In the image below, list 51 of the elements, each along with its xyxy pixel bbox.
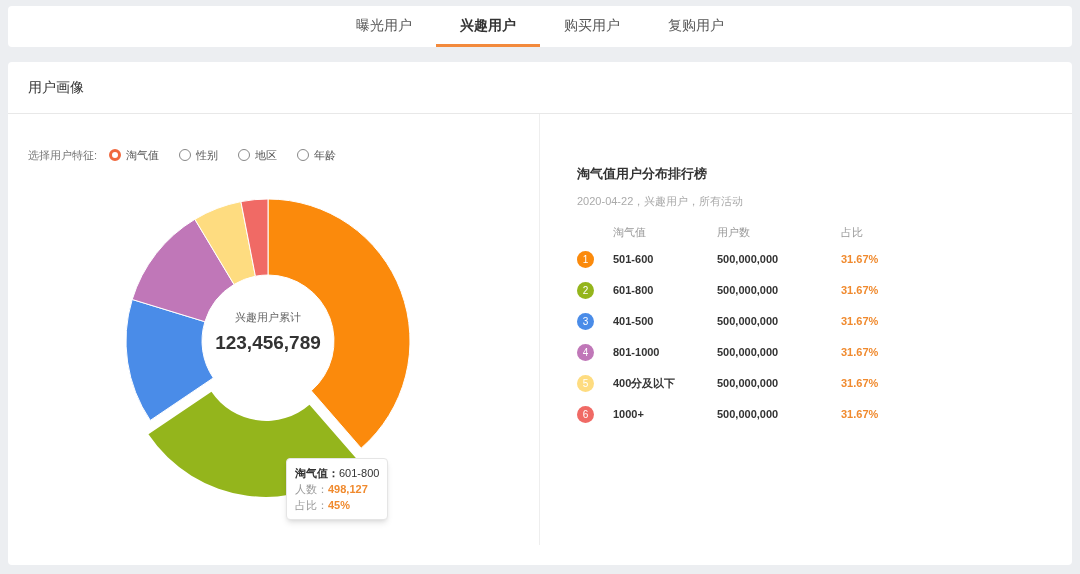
ranking-title: 淘气值用户分布排行榜 xyxy=(577,165,708,183)
tooltip-label: 淘气值： xyxy=(295,466,339,479)
rank-badge: 3 xyxy=(577,313,594,330)
donut-slice[interactable] xyxy=(125,298,214,421)
tooltip-value: 498,127 xyxy=(328,482,368,495)
radio-option[interactable]: 年龄 xyxy=(297,147,337,164)
donut-slice[interactable] xyxy=(194,200,256,285)
center-total: 123,456,789 xyxy=(215,331,321,355)
filter-label: 选择用户特征: xyxy=(28,148,98,163)
table-cell-text: 500,000,000 xyxy=(717,345,780,361)
tooltip-value: 601-800 xyxy=(339,466,380,479)
table-cell-text: 500,000,000 xyxy=(717,314,780,330)
table-cell-text: 31.67% xyxy=(841,376,880,392)
table-cell-text: 501-600 xyxy=(613,252,655,268)
table-cell-text: 31.67% xyxy=(841,407,880,423)
tooltip-value: 45% xyxy=(328,498,351,511)
column-header: 占比 xyxy=(841,225,864,240)
table-cell-text: 500,000,000 xyxy=(717,252,780,268)
table-cell-text: 1000+ xyxy=(613,407,645,423)
radio-option[interactable]: 性别 xyxy=(179,147,219,164)
rank-badge: 2 xyxy=(577,282,594,299)
tooltip-label: 人数： xyxy=(295,482,328,495)
table-cell-text: 601-800 xyxy=(613,283,655,299)
tab[interactable]: 曝光用户 xyxy=(332,6,436,47)
rank-badge: 1 xyxy=(577,251,594,268)
tab[interactable]: 兴趣用户 xyxy=(436,6,540,47)
tab[interactable]: 购买用户 xyxy=(540,6,644,47)
rank-badge: 5 xyxy=(577,375,594,392)
rank-badge: 6 xyxy=(577,406,594,423)
table-cell-text: 31.67% xyxy=(841,314,880,330)
table-cell-text: 31.67% xyxy=(841,283,880,299)
rank-badge: 4 xyxy=(577,344,594,361)
table-cell-text: 400分及以下 xyxy=(613,376,677,392)
table-cell-text: 500,000,000 xyxy=(717,283,780,299)
table-cell-text: 500,000,000 xyxy=(717,407,780,423)
table-cell-text: 31.67% xyxy=(841,345,880,361)
panel-title: 用户画像 xyxy=(28,78,84,97)
radio-option[interactable]: 地区 xyxy=(238,147,278,164)
column-header: 用户数 xyxy=(717,225,751,240)
column-header: 淘气值 xyxy=(613,225,647,240)
table-cell-text: 500,000,000 xyxy=(717,376,780,392)
donut-slice[interactable] xyxy=(240,198,269,277)
table-cell-text: 801-1000 xyxy=(613,345,661,361)
tooltip-label: 占比： xyxy=(295,498,328,511)
center-label: 兴趣用户累计 xyxy=(235,309,301,325)
tab[interactable]: 复购用户 xyxy=(644,6,748,47)
radio-option[interactable]: 淘气值 xyxy=(109,147,160,164)
table-cell-text: 31.67% xyxy=(841,252,880,268)
table-cell-text: 401-500 xyxy=(613,314,655,330)
ranking-subtitle: 2020-04-22，兴趣用户，所有活动 xyxy=(577,193,745,209)
donut-slice[interactable] xyxy=(131,218,235,322)
